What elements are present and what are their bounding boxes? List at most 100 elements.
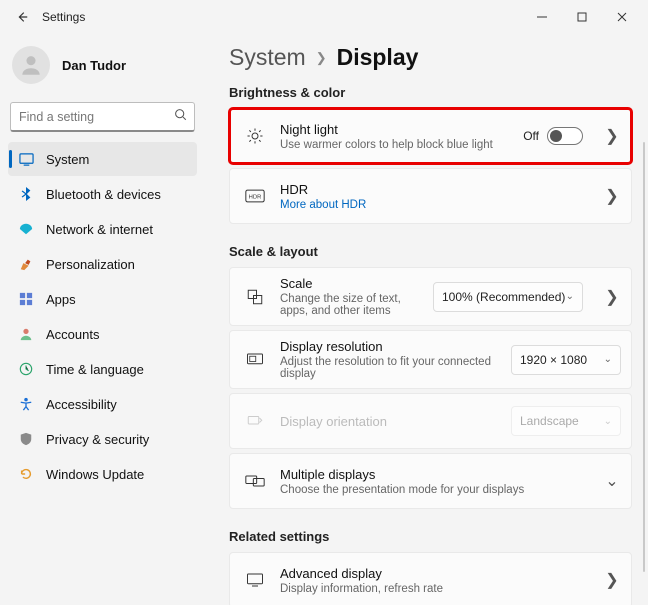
sidebar-item-bluetooth[interactable]: Bluetooth & devices (8, 177, 197, 211)
search-wrap (10, 102, 195, 132)
section-scale-title: Scale & layout (229, 244, 632, 259)
row-scale[interactable]: Scale Change the size of text, apps, and… (229, 267, 632, 326)
sidebar-item-network[interactable]: Network & internet (8, 212, 197, 246)
chevron-right-icon[interactable]: ❯ (603, 570, 621, 590)
row-resolution[interactable]: Display resolution Adjust the resolution… (229, 330, 632, 389)
chevron-down-icon: ⌄ (604, 354, 612, 365)
orientation-dropdown: Landscape ⌄ (511, 406, 621, 436)
breadcrumb-system[interactable]: System (229, 44, 306, 71)
back-button[interactable] (6, 1, 38, 33)
row-multiple-displays[interactable]: Multiple displays Choose the presentatio… (229, 453, 632, 509)
sidebar-item-privacy[interactable]: Privacy & security (8, 422, 197, 456)
advanced-sub: Display information, refresh rate (280, 583, 583, 595)
sidebar-item-accounts[interactable]: Accounts (8, 317, 197, 351)
search-icon (174, 108, 187, 126)
person-icon (18, 52, 44, 78)
sidebar-item-label: Apps (46, 292, 76, 307)
orientation-value: Landscape (520, 414, 579, 428)
sidebar-item-label: Network & internet (46, 222, 153, 237)
sidebar-item-personalization[interactable]: Personalization (8, 247, 197, 281)
multiple-title: Multiple displays (280, 467, 583, 482)
hdr-title: HDR (280, 182, 583, 197)
window-controls (522, 1, 642, 33)
scale-icon (244, 288, 266, 306)
close-button[interactable] (602, 1, 642, 33)
sidebar-item-system[interactable]: System (8, 142, 197, 176)
profile[interactable]: Dan Tudor (8, 40, 197, 98)
scale-dropdown[interactable]: 100% (Recommended) ⌄ (433, 282, 583, 312)
maximize-icon (577, 12, 587, 22)
orientation-icon (244, 412, 266, 430)
night-light-toggle-wrap: Off (523, 127, 583, 145)
row-hdr[interactable]: HDR HDR More about HDR ❯ (229, 168, 632, 224)
monitor-icon (244, 351, 266, 369)
sidebar-item-label: Accounts (46, 327, 99, 342)
wifi-icon (18, 221, 34, 237)
shield-icon (18, 431, 34, 447)
sidebar-item-label: Accessibility (46, 397, 117, 412)
hdr-icon: HDR (244, 189, 266, 203)
orientation-title: Display orientation (280, 414, 497, 429)
sidebar-item-label: Time & language (46, 362, 144, 377)
multi-monitor-icon (244, 473, 266, 489)
sidebar-item-apps[interactable]: Apps (8, 282, 197, 316)
nav: System Bluetooth & devices Network & int… (8, 142, 197, 491)
chevron-down-icon: ⌄ (566, 291, 574, 302)
sidebar-item-label: System (46, 152, 89, 167)
chevron-right-icon[interactable]: ❯ (603, 287, 621, 307)
multiple-sub: Choose the presentation mode for your di… (280, 484, 583, 496)
sidebar: Dan Tudor System Bluetooth & devices Net… (0, 34, 205, 605)
profile-name: Dan Tudor (62, 58, 126, 73)
minimize-icon (537, 12, 547, 22)
accounts-icon (18, 326, 34, 342)
night-light-sub: Use warmer colors to help block blue lig… (280, 139, 509, 151)
sidebar-item-accessibility[interactable]: Accessibility (8, 387, 197, 421)
avatar (12, 46, 50, 84)
app-title: Settings (42, 10, 85, 24)
night-light-toggle-label: Off (523, 129, 539, 143)
chevron-right-icon[interactable]: ❯ (603, 126, 621, 146)
maximize-button[interactable] (562, 1, 602, 33)
advanced-title: Advanced display (280, 566, 583, 581)
resolution-sub: Adjust the resolution to fit your connec… (280, 356, 497, 380)
back-arrow-icon (15, 10, 29, 24)
resolution-value: 1920 × 1080 (520, 353, 587, 367)
chevron-right-icon[interactable]: ❯ (603, 186, 621, 206)
night-light-toggle[interactable] (547, 127, 583, 145)
scrollbar[interactable] (643, 142, 645, 572)
row-night-light[interactable]: Night light Use warmer colors to help bl… (229, 108, 632, 164)
svg-text:HDR: HDR (249, 195, 262, 201)
scale-title: Scale (280, 276, 419, 291)
content: System ❯ Display Brightness & color Nigh… (205, 34, 648, 605)
row-advanced-display[interactable]: Advanced display Display information, re… (229, 552, 632, 605)
scale-value: 100% (Recommended) (442, 290, 565, 304)
search-input[interactable] (10, 102, 195, 132)
section-related-title: Related settings (229, 529, 632, 544)
bluetooth-icon (18, 186, 34, 202)
brush-icon (18, 256, 34, 272)
apps-icon (18, 291, 34, 307)
breadcrumb-display: Display (337, 44, 419, 71)
sidebar-item-label: Windows Update (46, 467, 144, 482)
section-brightness-title: Brightness & color (229, 85, 632, 100)
system-icon (18, 151, 34, 167)
clock-icon (18, 361, 34, 377)
sidebar-item-label: Bluetooth & devices (46, 187, 161, 202)
chevron-down-icon: ⌄ (604, 416, 612, 427)
display-icon (244, 572, 266, 588)
night-light-title: Night light (280, 122, 509, 137)
breadcrumb: System ❯ Display (229, 44, 632, 71)
titlebar: Settings (0, 0, 648, 34)
resolution-title: Display resolution (280, 339, 497, 354)
sidebar-item-time[interactable]: Time & language (8, 352, 197, 386)
resolution-dropdown[interactable]: 1920 × 1080 ⌄ (511, 345, 621, 375)
update-icon (18, 466, 34, 482)
hdr-more-link[interactable]: More about HDR (280, 199, 583, 211)
close-icon (617, 12, 627, 22)
minimize-button[interactable] (522, 1, 562, 33)
row-orientation: Display orientation Landscape ⌄ (229, 393, 632, 449)
sun-icon (244, 127, 266, 145)
accessibility-icon (18, 396, 34, 412)
chevron-down-icon[interactable]: ⌄ (603, 471, 621, 491)
sidebar-item-update[interactable]: Windows Update (8, 457, 197, 491)
